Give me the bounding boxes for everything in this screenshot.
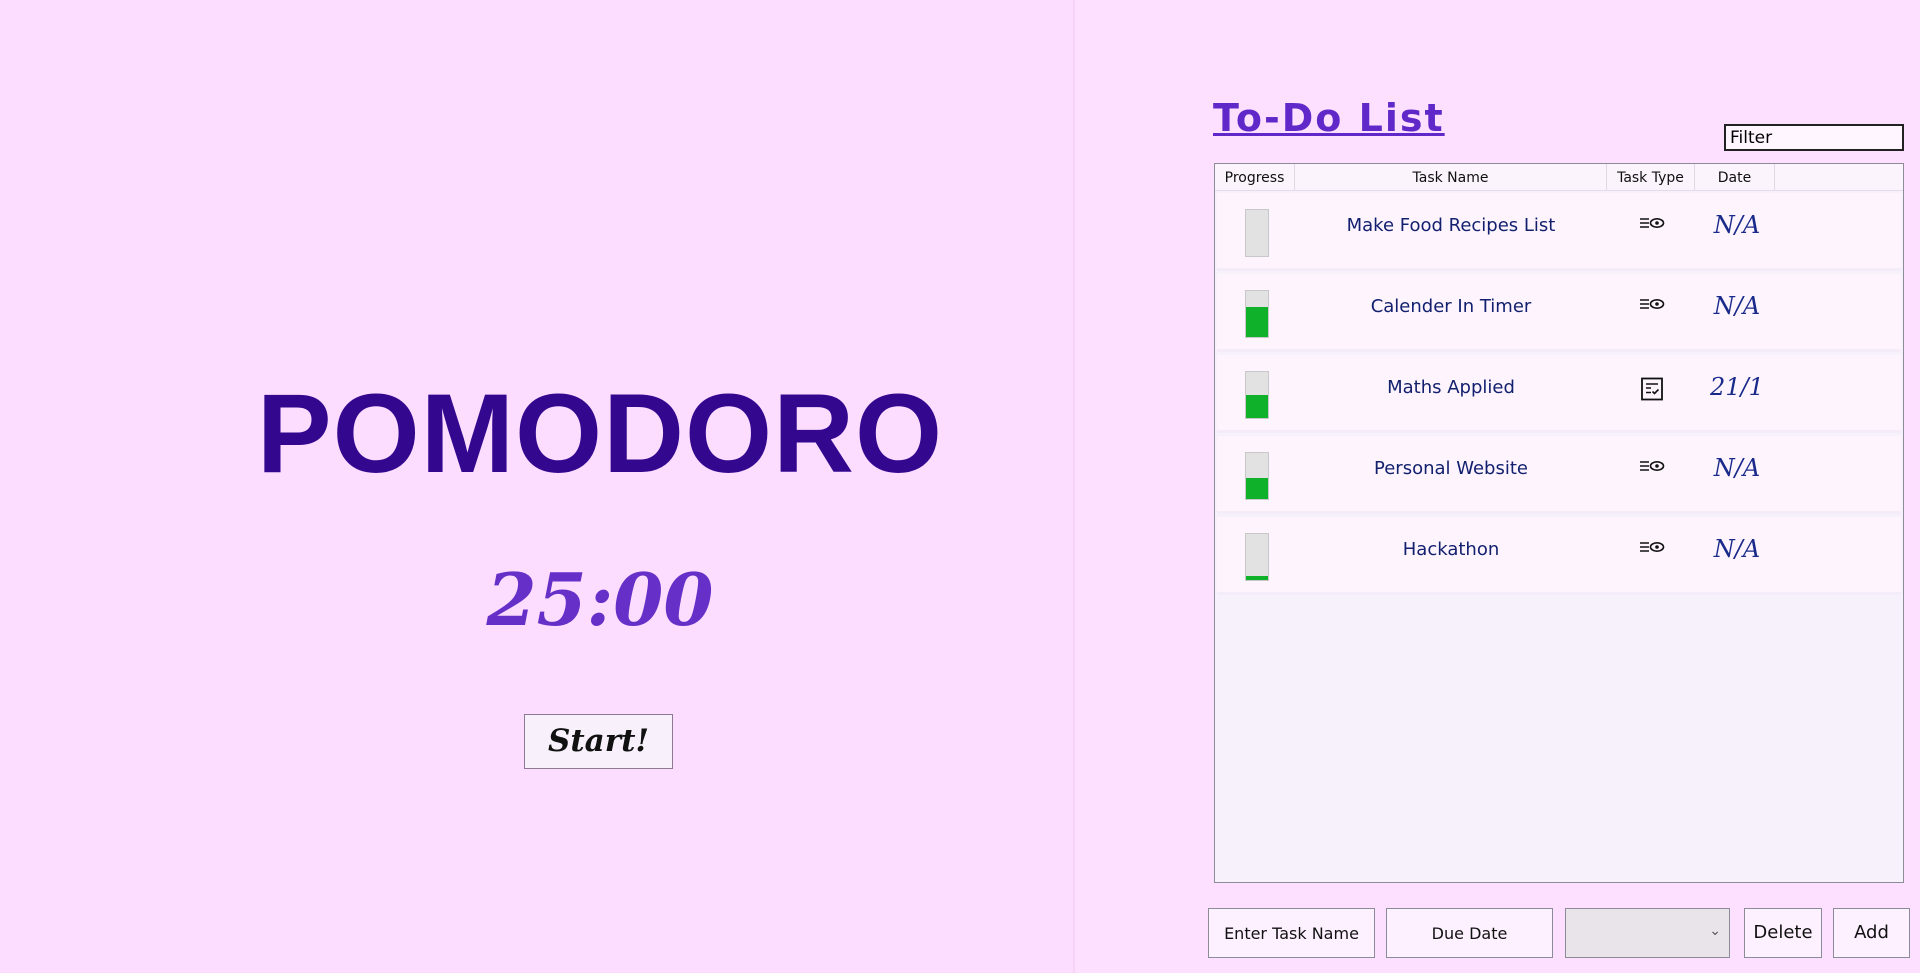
table-row[interactable]: Calender In Timer N/A: [1217, 274, 1901, 352]
task-name: Calender In Timer: [1370, 296, 1532, 317]
progress-fill: [1246, 307, 1268, 337]
table-row[interactable]: Hackathon N/A: [1217, 517, 1901, 595]
task-name: Make Food Recipes List: [1346, 215, 1556, 236]
table-row[interactable]: Make Food Recipes List N/A: [1217, 193, 1901, 271]
progress-fill: [1246, 395, 1268, 418]
filter-input[interactable]: [1724, 124, 1904, 151]
todo-list-title: To-Do List: [1213, 96, 1445, 140]
task-type-list-view-icon: [1627, 458, 1677, 478]
column-header-task-type[interactable]: Task Type: [1607, 164, 1695, 190]
chevron-down-icon: ⌄: [1709, 923, 1721, 939]
progress-bar: [1245, 371, 1269, 419]
task-type-checklist-icon: [1627, 377, 1677, 405]
table-row[interactable]: Maths Applied 21/1: [1217, 355, 1901, 433]
task-name: Maths Applied: [1387, 377, 1515, 398]
task-type-list-view-icon: [1627, 539, 1677, 559]
task-type-select[interactable]: ⌄: [1565, 908, 1730, 958]
progress-bar: [1245, 533, 1269, 581]
progress-fill: [1246, 576, 1268, 580]
task-name-input[interactable]: [1208, 908, 1375, 958]
progress-fill: [1246, 478, 1268, 499]
task-type-list-view-icon: [1627, 215, 1677, 235]
due-date-input[interactable]: [1386, 908, 1553, 958]
progress-bar: [1245, 209, 1269, 257]
task-name: Hackathon: [1402, 539, 1500, 560]
column-header-task-name[interactable]: Task Name: [1295, 164, 1607, 190]
progress-bar: [1245, 290, 1269, 338]
table-row[interactable]: Personal Website N/A: [1217, 436, 1901, 514]
table-header: Progress Task Name Task Type Date: [1215, 164, 1903, 191]
start-button[interactable]: Start!: [524, 714, 673, 769]
delete-button[interactable]: Delete: [1744, 908, 1822, 958]
task-date: N/A: [1713, 535, 1761, 563]
task-date: N/A: [1713, 454, 1761, 482]
timer-display: 25:00: [486, 557, 714, 642]
progress-bar: [1245, 452, 1269, 500]
task-table: Progress Task Name Task Type Date Make F…: [1214, 163, 1904, 883]
task-name: Personal Website: [1374, 458, 1528, 479]
column-header-date[interactable]: Date: [1695, 164, 1775, 190]
task-date: N/A: [1713, 211, 1761, 239]
add-button[interactable]: Add: [1833, 908, 1910, 958]
task-date: N/A: [1713, 292, 1761, 320]
column-header-progress[interactable]: Progress: [1215, 164, 1295, 190]
task-type-list-view-icon: [1627, 296, 1677, 316]
task-date: 21/1: [1710, 373, 1764, 401]
pomodoro-title: POMODORO: [256, 371, 944, 496]
